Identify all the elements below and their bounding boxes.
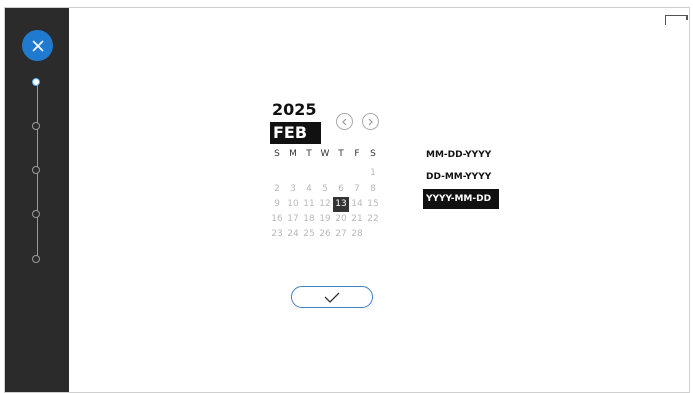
checkmark-icon	[324, 292, 340, 303]
day-cell[interactable]: 14	[349, 197, 365, 212]
day-cell[interactable]: 23	[269, 227, 285, 242]
chevron-left-icon	[342, 118, 347, 125]
day-cell[interactable]: 6	[333, 182, 349, 197]
format-option[interactable]: YYYY-MM-DD	[423, 189, 499, 209]
day-cell[interactable]: 2	[269, 182, 285, 197]
chevron-right-icon	[368, 118, 373, 125]
day-cell[interactable]: 5	[317, 182, 333, 197]
selected-day[interactable]: 13	[333, 197, 349, 212]
step-3[interactable]	[32, 166, 40, 174]
weekday-label: T	[338, 149, 344, 159]
day-cell[interactable]: 22	[365, 212, 381, 227]
window-corner-icon[interactable]	[665, 15, 688, 25]
day-cell[interactable]: 19	[317, 212, 333, 227]
day-cell[interactable]: 17	[285, 212, 301, 227]
weekday-label: S	[274, 149, 280, 159]
day-cell[interactable]: 11	[301, 197, 317, 212]
weekday-label: M	[289, 149, 297, 159]
format-option[interactable]: MM-DD-YYYY	[423, 145, 491, 165]
day-cell[interactable]: 3	[285, 182, 301, 197]
day-cell[interactable]: 8	[365, 182, 381, 197]
day-cell[interactable]: 28	[349, 227, 365, 242]
month-label: FEB	[270, 122, 321, 144]
day-cell[interactable]: 21	[349, 212, 365, 227]
day-cell[interactable]: 27	[333, 227, 349, 242]
step-1[interactable]	[32, 78, 40, 86]
day-cell[interactable]: 25	[301, 227, 317, 242]
day-cell[interactable]: 26	[317, 227, 333, 242]
day-cell[interactable]: 9	[269, 197, 285, 212]
day-cell[interactable]: 10	[285, 197, 301, 212]
step-4[interactable]	[32, 210, 40, 218]
weekday-label: F	[354, 149, 360, 159]
format-option[interactable]: DD-MM-YYYY	[423, 167, 491, 187]
confirm-button[interactable]	[291, 286, 373, 308]
sidebar	[5, 8, 69, 392]
next-month-button[interactable]	[362, 113, 379, 130]
day-cell[interactable]: 4	[301, 182, 317, 197]
close-button[interactable]	[22, 30, 53, 61]
day-cell[interactable]: 12	[317, 197, 333, 212]
weekday-label: S	[370, 149, 376, 159]
day-cell[interactable]: 16	[269, 212, 285, 227]
day-cell[interactable]: 7	[349, 182, 365, 197]
prev-month-button[interactable]	[336, 113, 353, 130]
weekday-label: T	[306, 149, 312, 159]
day-cell[interactable]: 24	[285, 227, 301, 242]
step-2[interactable]	[32, 122, 40, 130]
day-cell[interactable]: 20	[333, 212, 349, 227]
day-cell[interactable]: 18	[301, 212, 317, 227]
day-cell[interactable]: 15	[365, 197, 381, 212]
weekday-label: W	[320, 149, 330, 159]
day-cell[interactable]: 1	[365, 166, 381, 181]
close-icon	[31, 39, 44, 52]
step-5[interactable]	[32, 255, 40, 263]
year-label: 2025	[272, 100, 317, 119]
app-frame: 2025 FEB SMTWTFS 1 2 3 4 5 6 7 8 9 10 11 12 13 14 15 16…	[4, 7, 690, 393]
